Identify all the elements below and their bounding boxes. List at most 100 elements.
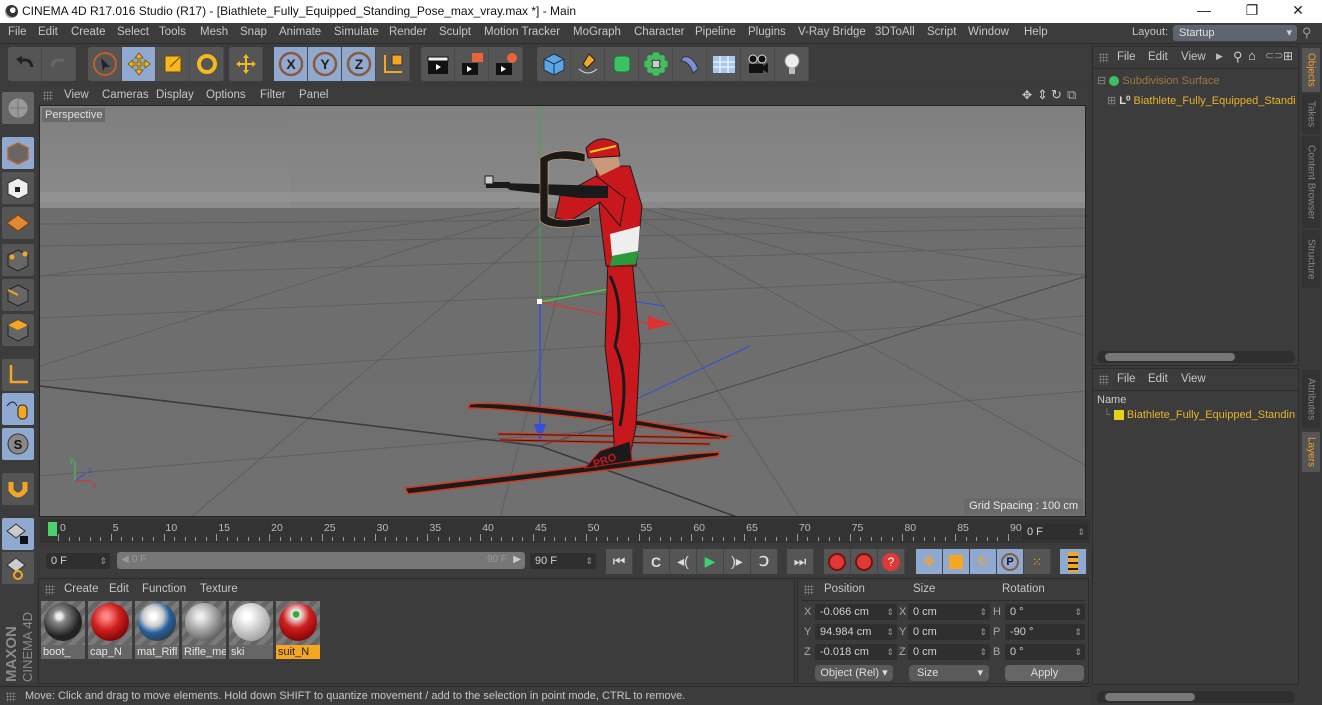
snapping-button[interactable]: S xyxy=(2,428,34,460)
array-button[interactable] xyxy=(639,47,673,81)
layer-color-icon[interactable] xyxy=(1113,410,1124,421)
size-mode-select[interactable]: Size ▾ xyxy=(909,665,989,681)
polygons-mode-button[interactable] xyxy=(2,314,34,346)
menu-3dtoall[interactable]: 3DToAll xyxy=(875,26,915,38)
search-icon[interactable]: ⚲ xyxy=(1302,25,1312,41)
menu-vray-bridge[interactable]: V-Ray Bridge xyxy=(798,26,866,38)
tab-takes[interactable]: Takes xyxy=(1302,94,1320,134)
scrollbar-thumb[interactable] xyxy=(1105,693,1195,701)
menu-pipeline[interactable]: Pipeline xyxy=(695,26,736,38)
menu-plugins[interactable]: Plugins xyxy=(748,26,786,38)
redo-button[interactable] xyxy=(42,47,76,81)
tree-collapse-icon[interactable]: ⊟ xyxy=(1097,75,1106,87)
new-window-icon[interactable]: ⊞ xyxy=(1283,49,1293,63)
size-y-field[interactable]: 0 cm xyxy=(908,624,990,640)
menu-create[interactable]: Create xyxy=(71,26,106,38)
menu-script[interactable]: Script xyxy=(927,26,956,38)
object-menu-edit[interactable]: Edit xyxy=(1148,51,1168,63)
deformer-button[interactable] xyxy=(673,47,707,81)
menu-file[interactable]: File xyxy=(8,26,27,38)
play-button[interactable]: ▶ xyxy=(697,549,724,574)
workplane-mode-button[interactable] xyxy=(2,207,34,239)
layer-item[interactable]: └ Biathlete_Fully_Equipped_Standin xyxy=(1103,409,1295,421)
menu-mograph[interactable]: MoGraph xyxy=(573,26,621,38)
menu-character[interactable]: Character xyxy=(634,26,685,38)
material-swatch[interactable]: cap_N xyxy=(88,601,132,659)
x-axis-button[interactable]: X xyxy=(274,47,308,81)
scrollbar-thumb[interactable] xyxy=(1105,353,1235,361)
layout-select[interactable]: Startup xyxy=(1173,25,1297,41)
pan-view-icon[interactable]: ✥ xyxy=(1022,88,1032,102)
viewport-menu-view[interactable]: View xyxy=(64,89,89,101)
y-axis-button[interactable]: Y xyxy=(308,47,342,81)
search-icon[interactable]: ⚲ xyxy=(1233,49,1243,65)
parameter-key-button[interactable]: P xyxy=(997,549,1024,574)
menu-sculpt[interactable]: Sculpt xyxy=(439,26,471,38)
floor-button[interactable] xyxy=(707,47,741,81)
planar-workplane-button[interactable] xyxy=(2,552,34,584)
horizontal-scrollbar[interactable] xyxy=(1097,691,1295,703)
home-icon[interactable]: ⌂ xyxy=(1248,48,1256,63)
panel-grip[interactable] xyxy=(1099,53,1109,63)
rotation-b-field[interactable]: 0 ° xyxy=(1005,644,1085,660)
apply-button[interactable]: Apply xyxy=(1005,665,1084,681)
rotate-tool-button[interactable] xyxy=(190,47,224,81)
points-mode-button[interactable] xyxy=(2,244,34,276)
live-selection-button[interactable] xyxy=(88,47,122,81)
magnet-button[interactable] xyxy=(2,473,34,505)
move-tool-button[interactable] xyxy=(122,47,156,81)
next-frame-button[interactable]: )▸ xyxy=(724,549,751,574)
tab-structure[interactable]: Structure xyxy=(1302,230,1320,288)
viewport-menu-display[interactable]: Display xyxy=(156,89,194,101)
menu-mesh[interactable]: Mesh xyxy=(200,26,228,38)
material-menu-create[interactable]: Create xyxy=(64,583,99,595)
menu-window[interactable]: Window xyxy=(968,26,1009,38)
3d-viewport[interactable]: PRO y z x Perspective Grid Spacing : 100… xyxy=(39,105,1086,517)
menu-snap[interactable]: Snap xyxy=(240,26,267,38)
z-axis-button[interactable]: Z xyxy=(342,47,376,81)
next-key-button[interactable]: Ↄ xyxy=(751,549,778,574)
object-menu-file[interactable]: File xyxy=(1117,51,1136,63)
position-y-field[interactable]: 94.984 cm xyxy=(815,624,897,640)
previous-key-button[interactable]: C xyxy=(643,549,670,574)
coordinate-mode-select[interactable]: Object (Rel) ▾ xyxy=(815,665,893,681)
material-swatch[interactable]: Rifle_me xyxy=(182,601,226,659)
playhead[interactable] xyxy=(48,522,57,536)
edges-mode-button[interactable] xyxy=(2,279,34,311)
menu-help[interactable]: Help xyxy=(1024,26,1048,38)
undo-button[interactable] xyxy=(8,47,42,81)
axis-mode-button[interactable] xyxy=(2,359,34,391)
position-x-field[interactable]: -0.066 cm xyxy=(815,604,897,620)
render-picture-viewer-button[interactable] xyxy=(455,47,489,81)
menu-select[interactable]: Select xyxy=(117,26,149,38)
viewport-menu-panel[interactable]: Panel xyxy=(299,89,328,101)
subdivision-surface-button[interactable] xyxy=(605,47,639,81)
viewport-menu-filter[interactable]: Filter xyxy=(260,89,286,101)
material-menu-texture[interactable]: Texture xyxy=(200,583,238,595)
maximize-view-icon[interactable]: ⧉ xyxy=(1067,87,1076,103)
rotation-key-button[interactable]: ↻ xyxy=(970,549,997,574)
menu-animate[interactable]: Animate xyxy=(279,26,321,38)
layer-menu-file[interactable]: File xyxy=(1117,373,1136,385)
link-icon[interactable]: ⊂⊃ xyxy=(1265,49,1283,62)
menu-edit[interactable]: Edit xyxy=(38,26,58,38)
panel-grip[interactable] xyxy=(6,692,16,702)
cube-button[interactable] xyxy=(537,47,571,81)
coordinate-system-button[interactable] xyxy=(376,47,410,81)
viewport-menu-cameras[interactable]: Cameras xyxy=(102,89,149,101)
rotation-p-field[interactable]: -90 ° xyxy=(1005,624,1085,640)
tree-item-subdivision-surface[interactable]: ⊟ Subdivision Surface xyxy=(1097,74,1220,87)
more-arrow-icon[interactable]: ▶ xyxy=(1216,51,1223,62)
scale-tool-button[interactable] xyxy=(156,47,190,81)
object-menu-view[interactable]: View xyxy=(1181,51,1206,63)
size-z-field[interactable]: 0 cm xyxy=(908,644,990,660)
light-button[interactable] xyxy=(775,47,809,81)
make-editable-button[interactable] xyxy=(2,92,34,124)
timeline-ruler[interactable]: 0 5 10 15 20 25 30 35 40 45 50 55 60 65 70 75 80 85 90 0 F xyxy=(40,519,1090,543)
render-settings-button[interactable] xyxy=(489,47,523,81)
tree-expand-icon[interactable]: ⊞ xyxy=(1107,95,1116,107)
tab-content-browser[interactable]: Content Browser xyxy=(1302,136,1320,228)
current-frame-field[interactable]: 0 F xyxy=(1022,524,1088,540)
viewport-menu-options[interactable]: Options xyxy=(206,89,246,101)
tweak-mode-button[interactable] xyxy=(2,393,34,425)
